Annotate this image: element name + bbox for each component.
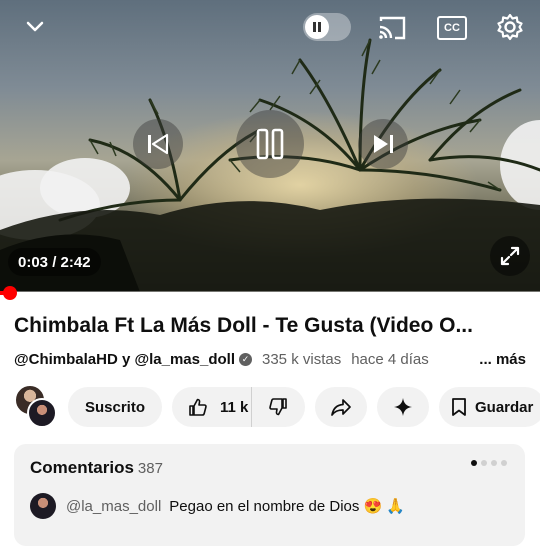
progress-scrubber-handle[interactable]: [3, 286, 17, 300]
video-meta[interactable]: @ChimbalaHD y @la_mas_doll ✓ 335 k vista…: [14, 351, 526, 368]
pager-dot: [491, 460, 497, 466]
view-count: 335 k vistas: [262, 351, 342, 368]
pager-dot: [471, 460, 477, 466]
skip-next-button[interactable]: [358, 119, 408, 169]
video-title[interactable]: Chimbala Ft La Más Doll - Te Gusta (Vide…: [14, 314, 526, 338]
pause-icon: [256, 128, 284, 160]
comments-section[interactable]: Comentarios 387 @la_mas_doll Pegao en el …: [14, 444, 525, 546]
pager-dot: [481, 460, 487, 466]
like-button[interactable]: 11 k: [172, 387, 252, 427]
gear-icon[interactable]: [494, 11, 526, 43]
pager-dot: [501, 460, 507, 466]
sparkle-icon: [394, 398, 412, 416]
more-link[interactable]: ... más: [479, 351, 526, 368]
subscribe-label: Suscrito: [84, 398, 145, 416]
comments-header: Comentarios 387: [30, 458, 163, 478]
channel-avatar[interactable]: [27, 398, 57, 428]
verified-icon: ✓: [239, 353, 252, 366]
captions-label: CC: [437, 16, 467, 40]
chevron-down-icon[interactable]: [20, 12, 50, 42]
save-button[interactable]: Guardar: [439, 387, 540, 427]
skip-next-icon: [374, 135, 393, 153]
skip-previous-button[interactable]: [133, 119, 183, 169]
fullscreen-icon[interactable]: [490, 236, 530, 276]
comments-count: 387: [137, 460, 163, 477]
video-player[interactable]: CC 0:03 / 2:42: [0, 0, 540, 292]
time-display: 0:03 / 2:42: [8, 248, 101, 276]
like-count: 11 k: [220, 398, 249, 416]
play-pause-button[interactable]: [236, 110, 304, 178]
subscribe-button[interactable]: Suscrito: [68, 387, 162, 427]
thumbs-up-icon: [189, 398, 207, 416]
comment-username: @la_mas_doll: [66, 497, 162, 515]
save-label: Guardar: [475, 398, 534, 416]
skip-previous-icon: [148, 133, 169, 155]
share-button[interactable]: [315, 387, 367, 427]
like-dislike-group: 11 k: [172, 387, 305, 427]
commenter-avatar: [30, 493, 56, 519]
progress-bar[interactable]: [0, 286, 540, 300]
dislike-button[interactable]: [252, 387, 304, 427]
autoplay-toggle[interactable]: [303, 13, 351, 41]
channel-names[interactable]: @ChimbalaHD y @la_mas_doll: [14, 351, 235, 368]
top-comment[interactable]: @la_mas_doll Pegao en el nombre de Dios …: [30, 493, 405, 519]
captions-cc-icon[interactable]: CC: [436, 14, 468, 42]
comments-pager-dots: [471, 460, 507, 466]
thumbs-down-icon: [269, 398, 287, 416]
comments-title: Comentarios: [30, 458, 134, 477]
cast-icon[interactable]: [376, 12, 408, 44]
comment-text: Pegao en el nombre de Dios 😍 🙏: [169, 498, 406, 515]
share-icon: [331, 399, 351, 416]
pause-icon: [305, 15, 329, 39]
bookmark-icon: [452, 398, 466, 416]
ai-sparkle-button[interactable]: [377, 387, 429, 427]
upload-age: hace 4 días: [351, 351, 429, 368]
